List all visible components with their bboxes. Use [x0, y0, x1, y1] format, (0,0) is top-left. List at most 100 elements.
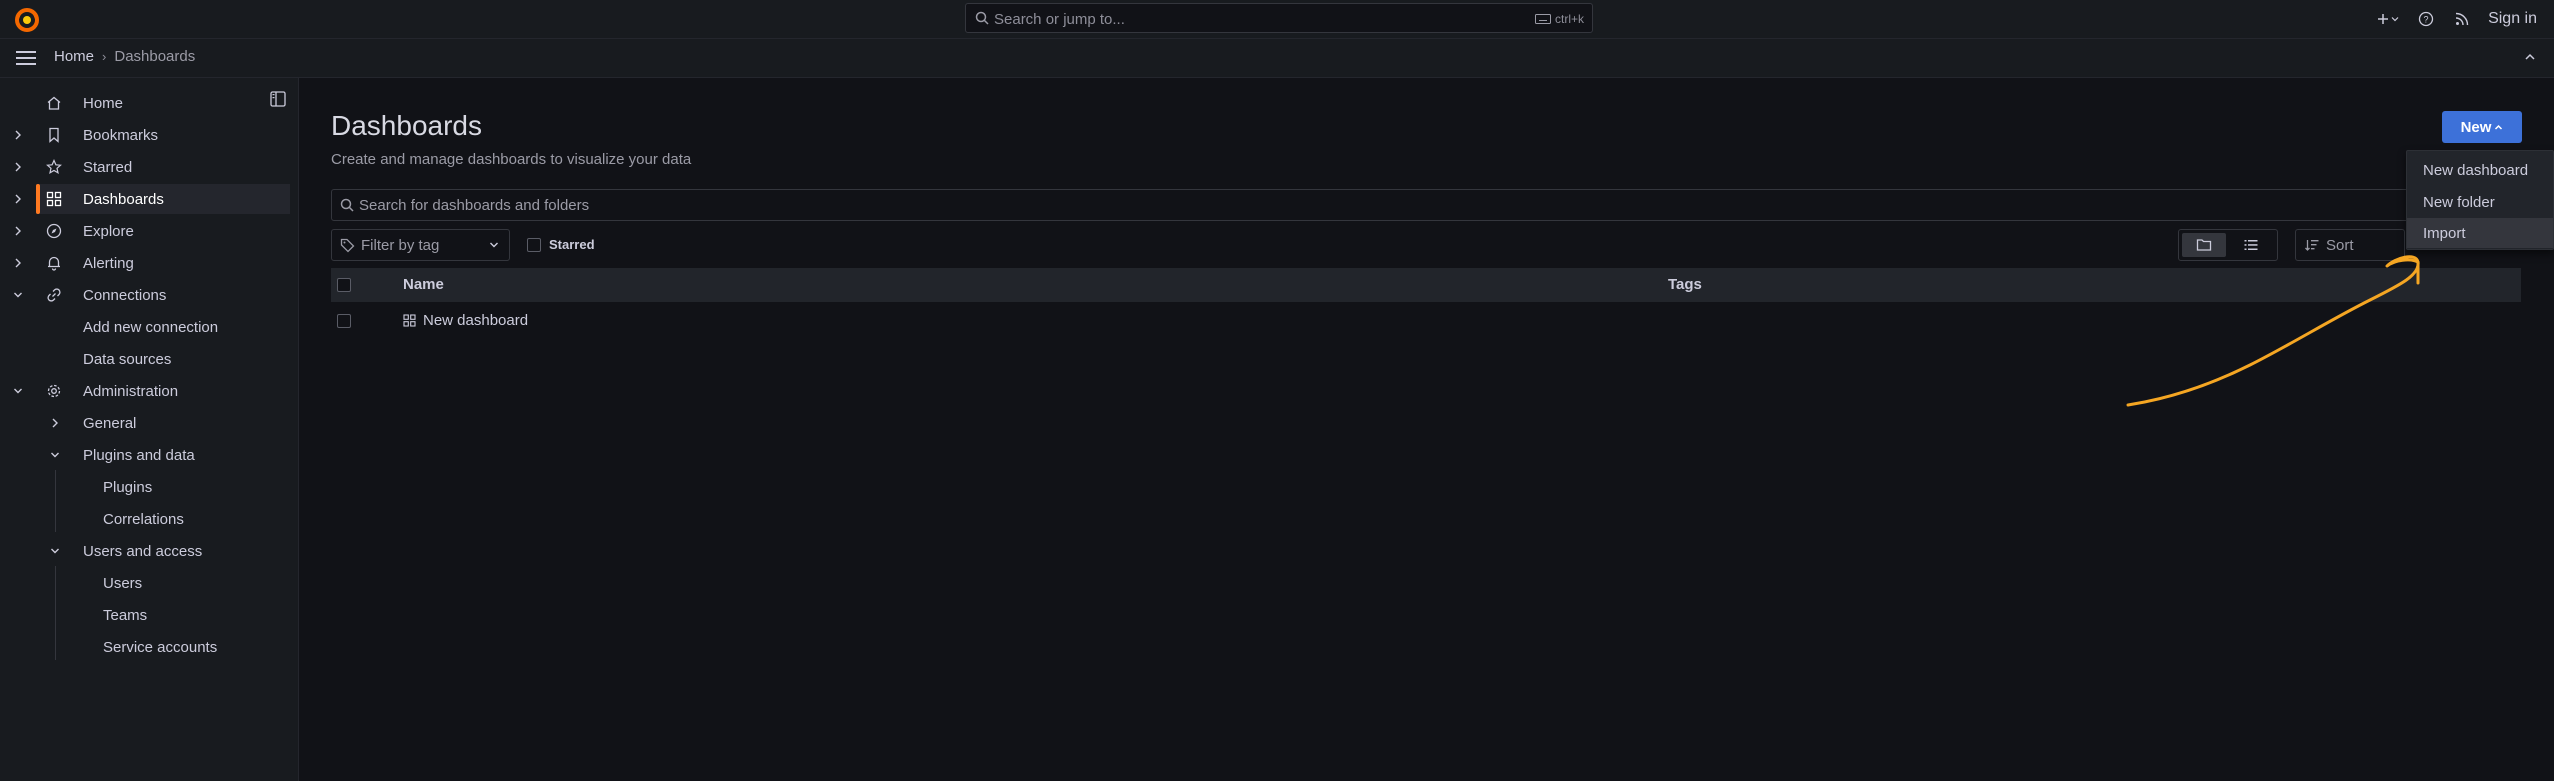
list-view-button[interactable] — [2229, 233, 2273, 257]
star-icon — [46, 159, 62, 175]
nav-item-label: Starred — [83, 159, 133, 176]
nav-item-label: Correlations — [103, 511, 184, 528]
nav-item-administration[interactable]: Administration — [0, 376, 290, 406]
chevron-up-icon[interactable] — [2523, 50, 2537, 64]
row-checkbox[interactable] — [337, 314, 351, 328]
nav-item-explore[interactable]: Explore — [0, 216, 290, 246]
nav-item-users-and-access[interactable]: Users and access — [0, 536, 290, 566]
menu-item-new-dashboard[interactable]: New dashboard — [2407, 155, 2553, 185]
menu-item-new-folder[interactable]: New folder — [2407, 187, 2553, 217]
nav-item-home[interactable]: Home — [0, 88, 290, 118]
nav-item-label: Home — [83, 95, 124, 112]
global-search-placeholder: Search or jump to... — [994, 11, 1125, 28]
chevron-right-icon[interactable] — [13, 257, 23, 269]
bell-icon — [46, 255, 62, 271]
search-icon — [975, 11, 989, 25]
nav-item-plugins[interactable]: Plugins — [0, 472, 290, 502]
table-row[interactable]: New dashboard — [331, 304, 2521, 338]
nav-item-label: Plugins — [103, 479, 153, 496]
side-nav: Home Bookmarks Starred Dashboards Explor… — [0, 78, 299, 781]
sign-in-link[interactable]: Sign in — [2488, 10, 2537, 28]
main-content: Dashboards Create and manage dashboards … — [299, 78, 2554, 781]
chevron-right-icon[interactable] — [13, 161, 23, 173]
add-new-button[interactable] — [2368, 13, 2408, 25]
nav-item-add-new-connection[interactable]: Add new connection — [0, 312, 290, 342]
nav-item-data-sources[interactable]: Data sources — [0, 344, 290, 374]
list-icon — [2244, 240, 2258, 250]
compass-icon — [46, 223, 62, 239]
breadcrumb-separator: › — [102, 49, 107, 64]
select-all-checkbox[interactable] — [337, 278, 351, 292]
home-icon — [46, 95, 62, 111]
chevron-right-icon[interactable] — [13, 129, 23, 141]
menu-item-import[interactable]: Import — [2407, 218, 2553, 248]
folder-view-button[interactable] — [2182, 233, 2226, 257]
svg-text:?: ? — [2424, 15, 2429, 25]
nav-item-label: Explore — [83, 223, 134, 240]
nav-item-label: Connections — [83, 287, 167, 304]
cog-icon — [46, 383, 62, 399]
view-toggle — [2178, 229, 2278, 261]
nav-item-service-accounts[interactable]: Service accounts — [0, 632, 290, 662]
menu-item-label: New folder — [2423, 194, 2495, 211]
chevron-down-icon — [489, 241, 499, 249]
breadcrumb-home[interactable]: Home — [54, 48, 94, 65]
chevron-right-icon[interactable] — [13, 225, 23, 237]
help-icon[interactable]: ? — [2408, 11, 2444, 27]
top-bar: Search or jump to... ctrl+k ? Sign in — [0, 0, 2554, 39]
nav-item-label: Data sources — [83, 351, 172, 368]
folder-icon — [2196, 239, 2212, 251]
chevron-down-icon[interactable] — [13, 385, 23, 397]
nav-item-alerting[interactable]: Alerting — [0, 248, 290, 278]
dashboard-search-placeholder: Search for dashboards and folders — [359, 197, 590, 214]
chevron-down-icon[interactable] — [50, 449, 60, 461]
nav-item-teams[interactable]: Teams — [0, 600, 290, 630]
tag-icon — [340, 238, 355, 253]
menu-toggle-icon[interactable] — [16, 50, 36, 66]
starred-filter[interactable]: Starred — [527, 237, 595, 252]
nav-item-label: General — [83, 415, 137, 432]
rss-news-icon[interactable] — [2444, 12, 2480, 26]
nav-item-label: Teams — [103, 607, 148, 624]
dashboard-link[interactable]: New dashboard — [423, 312, 528, 329]
breadcrumb: Home › Dashboards — [54, 48, 195, 65]
filter-by-tag-select[interactable]: Filter by tag — [331, 229, 510, 261]
bookmark-icon — [46, 127, 62, 143]
table-header: Name Tags — [331, 268, 2521, 302]
nav-item-label: Administration — [83, 383, 179, 400]
nav-item-label: Plugins and data — [83, 447, 195, 464]
starred-checkbox[interactable] — [527, 237, 541, 252]
nav-item-starred[interactable]: Starred — [0, 152, 290, 182]
nav-item-correlations[interactable]: Correlations — [0, 504, 290, 534]
nav-item-label: Dashboards — [83, 191, 164, 208]
nav-item-users[interactable]: Users — [0, 568, 290, 598]
nav-item-plugins-and-data[interactable]: Plugins and data — [0, 440, 290, 470]
chevron-right-icon[interactable] — [13, 193, 23, 205]
nav-item-label: Service accounts — [103, 639, 218, 656]
column-header-name[interactable]: Name — [403, 276, 444, 293]
apps-icon — [403, 314, 416, 327]
nav-item-bookmarks[interactable]: Bookmarks — [0, 120, 290, 150]
link-icon — [46, 287, 62, 303]
chevron-down-icon[interactable] — [50, 545, 60, 557]
chevron-down-icon[interactable] — [13, 289, 23, 301]
page-title: Dashboards — [331, 110, 482, 141]
menu-item-label: Import — [2423, 225, 2466, 242]
nav-item-general[interactable]: General — [0, 408, 290, 438]
sort-select[interactable]: Sort — [2295, 229, 2405, 261]
page-subtitle: Create and manage dashboards to visualiz… — [331, 151, 692, 168]
starred-label: Starred — [549, 237, 595, 252]
new-button[interactable]: New — [2442, 111, 2522, 143]
global-search-input[interactable]: Search or jump to... ctrl+k — [965, 3, 1593, 33]
shortcut-text: ctrl+k — [1554, 12, 1584, 26]
nav-item-label: Add new connection — [83, 319, 219, 336]
breadcrumb-bar: Home › Dashboards — [0, 39, 2554, 78]
nav-item-dashboards[interactable]: Dashboards — [36, 184, 290, 214]
nav-item-connections[interactable]: Connections — [0, 280, 290, 310]
filter-by-tag-placeholder: Filter by tag — [361, 237, 440, 254]
chevron-right-icon[interactable] — [50, 417, 60, 429]
nav-item-label: Users and access — [83, 543, 203, 560]
dashboard-search-input[interactable]: Search for dashboards and folders — [331, 189, 2531, 221]
sort-placeholder: Sort — [2326, 237, 2354, 254]
grafana-logo-icon[interactable] — [13, 6, 41, 34]
